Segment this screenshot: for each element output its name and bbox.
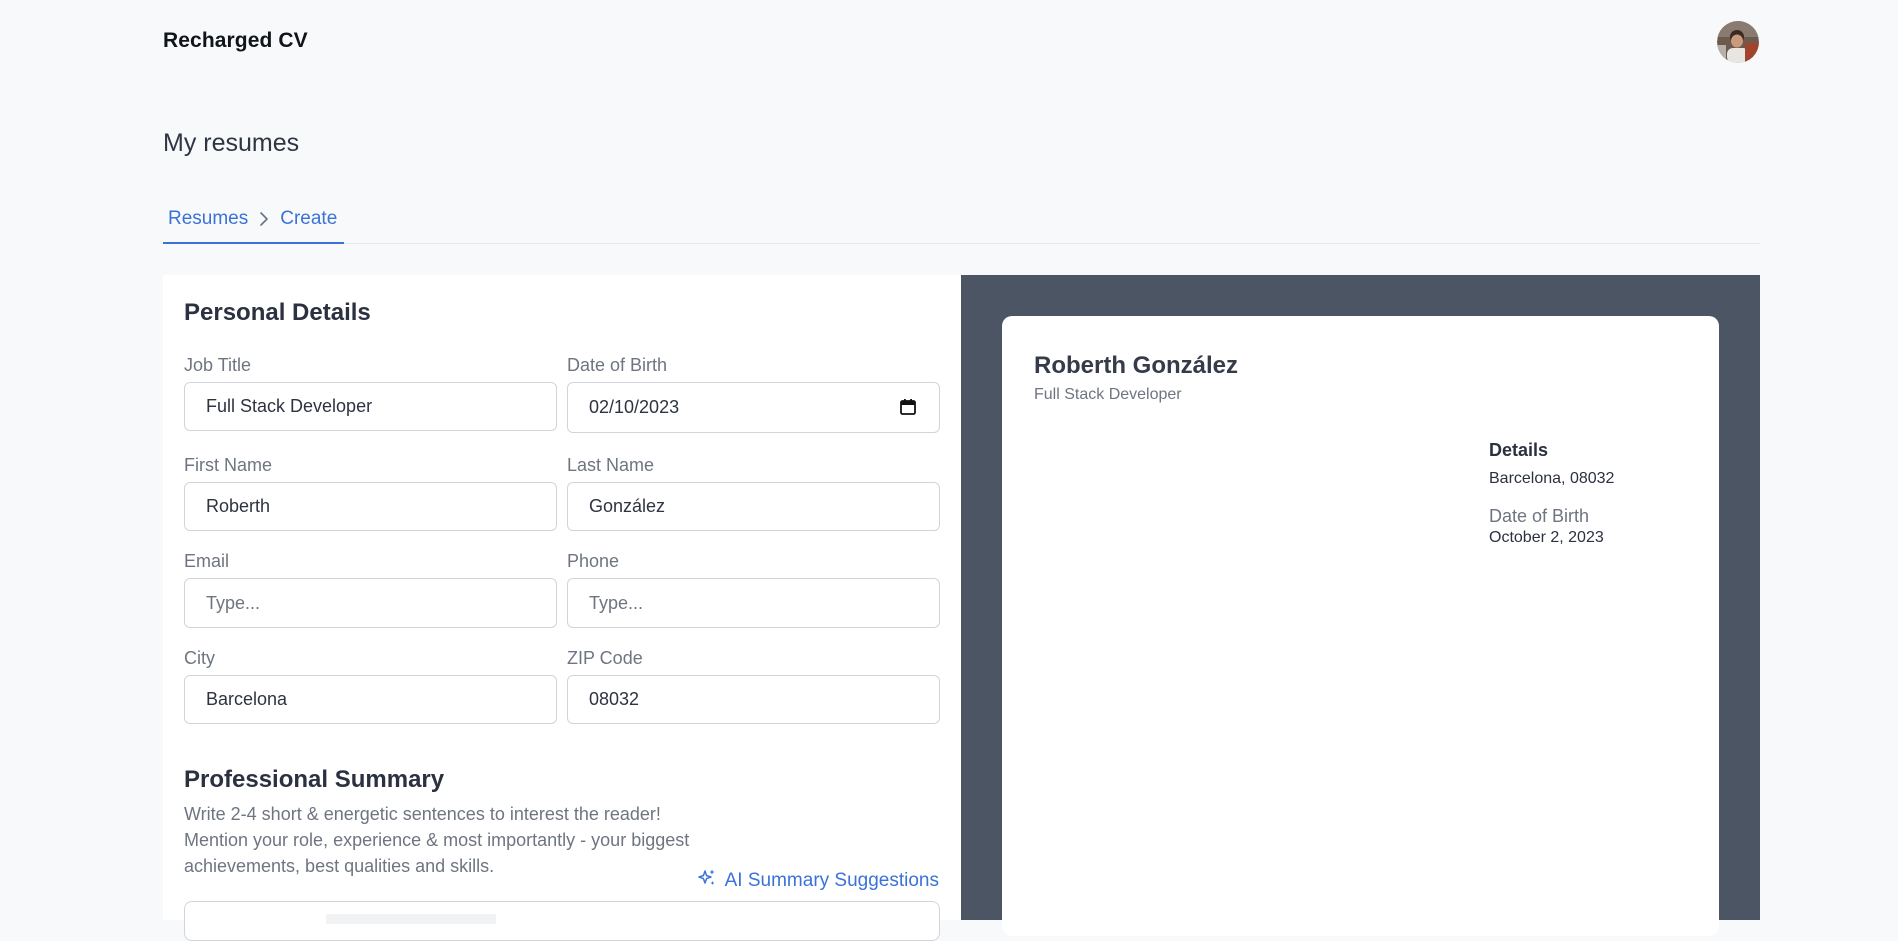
zip-code-input[interactable]: 08032: [567, 675, 940, 724]
preview-dob-label: Date of Birth: [1489, 506, 1590, 526]
zip-code-field: ZIP Code 08032: [567, 648, 940, 724]
calendar-icon[interactable]: [899, 398, 917, 416]
resume-preview-page: Roberth González Full Stack Developer De…: [1002, 316, 1719, 936]
page-title: My resumes: [163, 129, 300, 157]
preview-details-title: Details: [1489, 440, 1549, 460]
city-input[interactable]: Barcelona: [184, 675, 557, 724]
professional-summary-title: Professional Summary: [184, 766, 445, 793]
preview-dob: October 2, 2023: [1489, 529, 1604, 546]
city-label: City: [184, 648, 215, 668]
preview-details-section: Details Barcelona, 08032 Date of Birth O…: [1489, 440, 1689, 547]
phone-label: Phone: [567, 551, 620, 571]
job-title-input[interactable]: Full Stack Developer: [184, 382, 557, 431]
last-name-input[interactable]: González: [567, 482, 940, 531]
phone-field: Phone Type...: [567, 551, 940, 628]
ai-summary-suggestions-link[interactable]: AI Summary Suggestions: [697, 868, 939, 894]
sparkles-icon: [697, 868, 717, 894]
first-name-label: First Name: [184, 455, 273, 475]
professional-summary-help: Write 2-4 short & energetic sentences to…: [184, 804, 690, 876]
breadcrumb-item-resumes[interactable]: Resumes: [168, 208, 248, 230]
brand-logo[interactable]: Recharged CV: [163, 29, 308, 53]
resume-form-panel: Personal Details Job Title Full Stack De…: [163, 275, 961, 941]
last-name-label: Last Name: [567, 455, 655, 475]
chevron-right-icon: [256, 208, 272, 228]
email-input[interactable]: Type...: [184, 578, 557, 628]
email-field: Email Type...: [184, 551, 557, 628]
zip-code-label: ZIP Code: [567, 648, 643, 668]
first-name-input[interactable]: Roberth: [184, 482, 557, 531]
ai-summary-suggestions-label: AI Summary Suggestions: [724, 870, 939, 891]
top-bar: Recharged CV: [0, 0, 1898, 84]
editor-toolbar: [326, 914, 496, 924]
job-title-label: Job Title: [184, 355, 252, 375]
preview-job-title: Full Stack Developer: [1034, 386, 1182, 403]
city-field: City Barcelona: [184, 648, 557, 724]
last-name-field: Last Name González: [567, 455, 940, 531]
job-title-field: Job Title Full Stack Developer: [184, 355, 557, 431]
date-of-birth-input[interactable]: 02/10/2023: [567, 382, 940, 433]
summary-editor[interactable]: [184, 901, 940, 941]
breadcrumb: Resumes Create: [163, 200, 1760, 244]
preview-name: Roberth González: [1034, 352, 1239, 379]
breadcrumb-active-tab: Resumes Create: [163, 200, 344, 244]
phone-input[interactable]: Type...: [567, 578, 940, 628]
breadcrumb-item-create[interactable]: Create: [280, 208, 337, 230]
preview-location: Barcelona, 08032: [1489, 470, 1615, 487]
date-of-birth-value: 02/10/2023: [589, 397, 680, 417]
user-avatar[interactable]: [1717, 21, 1759, 63]
avatar-image: [1717, 21, 1759, 63]
personal-details-title: Personal Details: [184, 299, 371, 326]
resume-preview-panel: Roberth González Full Stack Developer De…: [961, 275, 1760, 936]
date-of-birth-field: Date of Birth 02/10/2023: [567, 355, 940, 433]
date-of-birth-label: Date of Birth: [567, 355, 668, 375]
first-name-field: First Name Roberth: [184, 455, 557, 531]
email-label: Email: [184, 551, 230, 571]
